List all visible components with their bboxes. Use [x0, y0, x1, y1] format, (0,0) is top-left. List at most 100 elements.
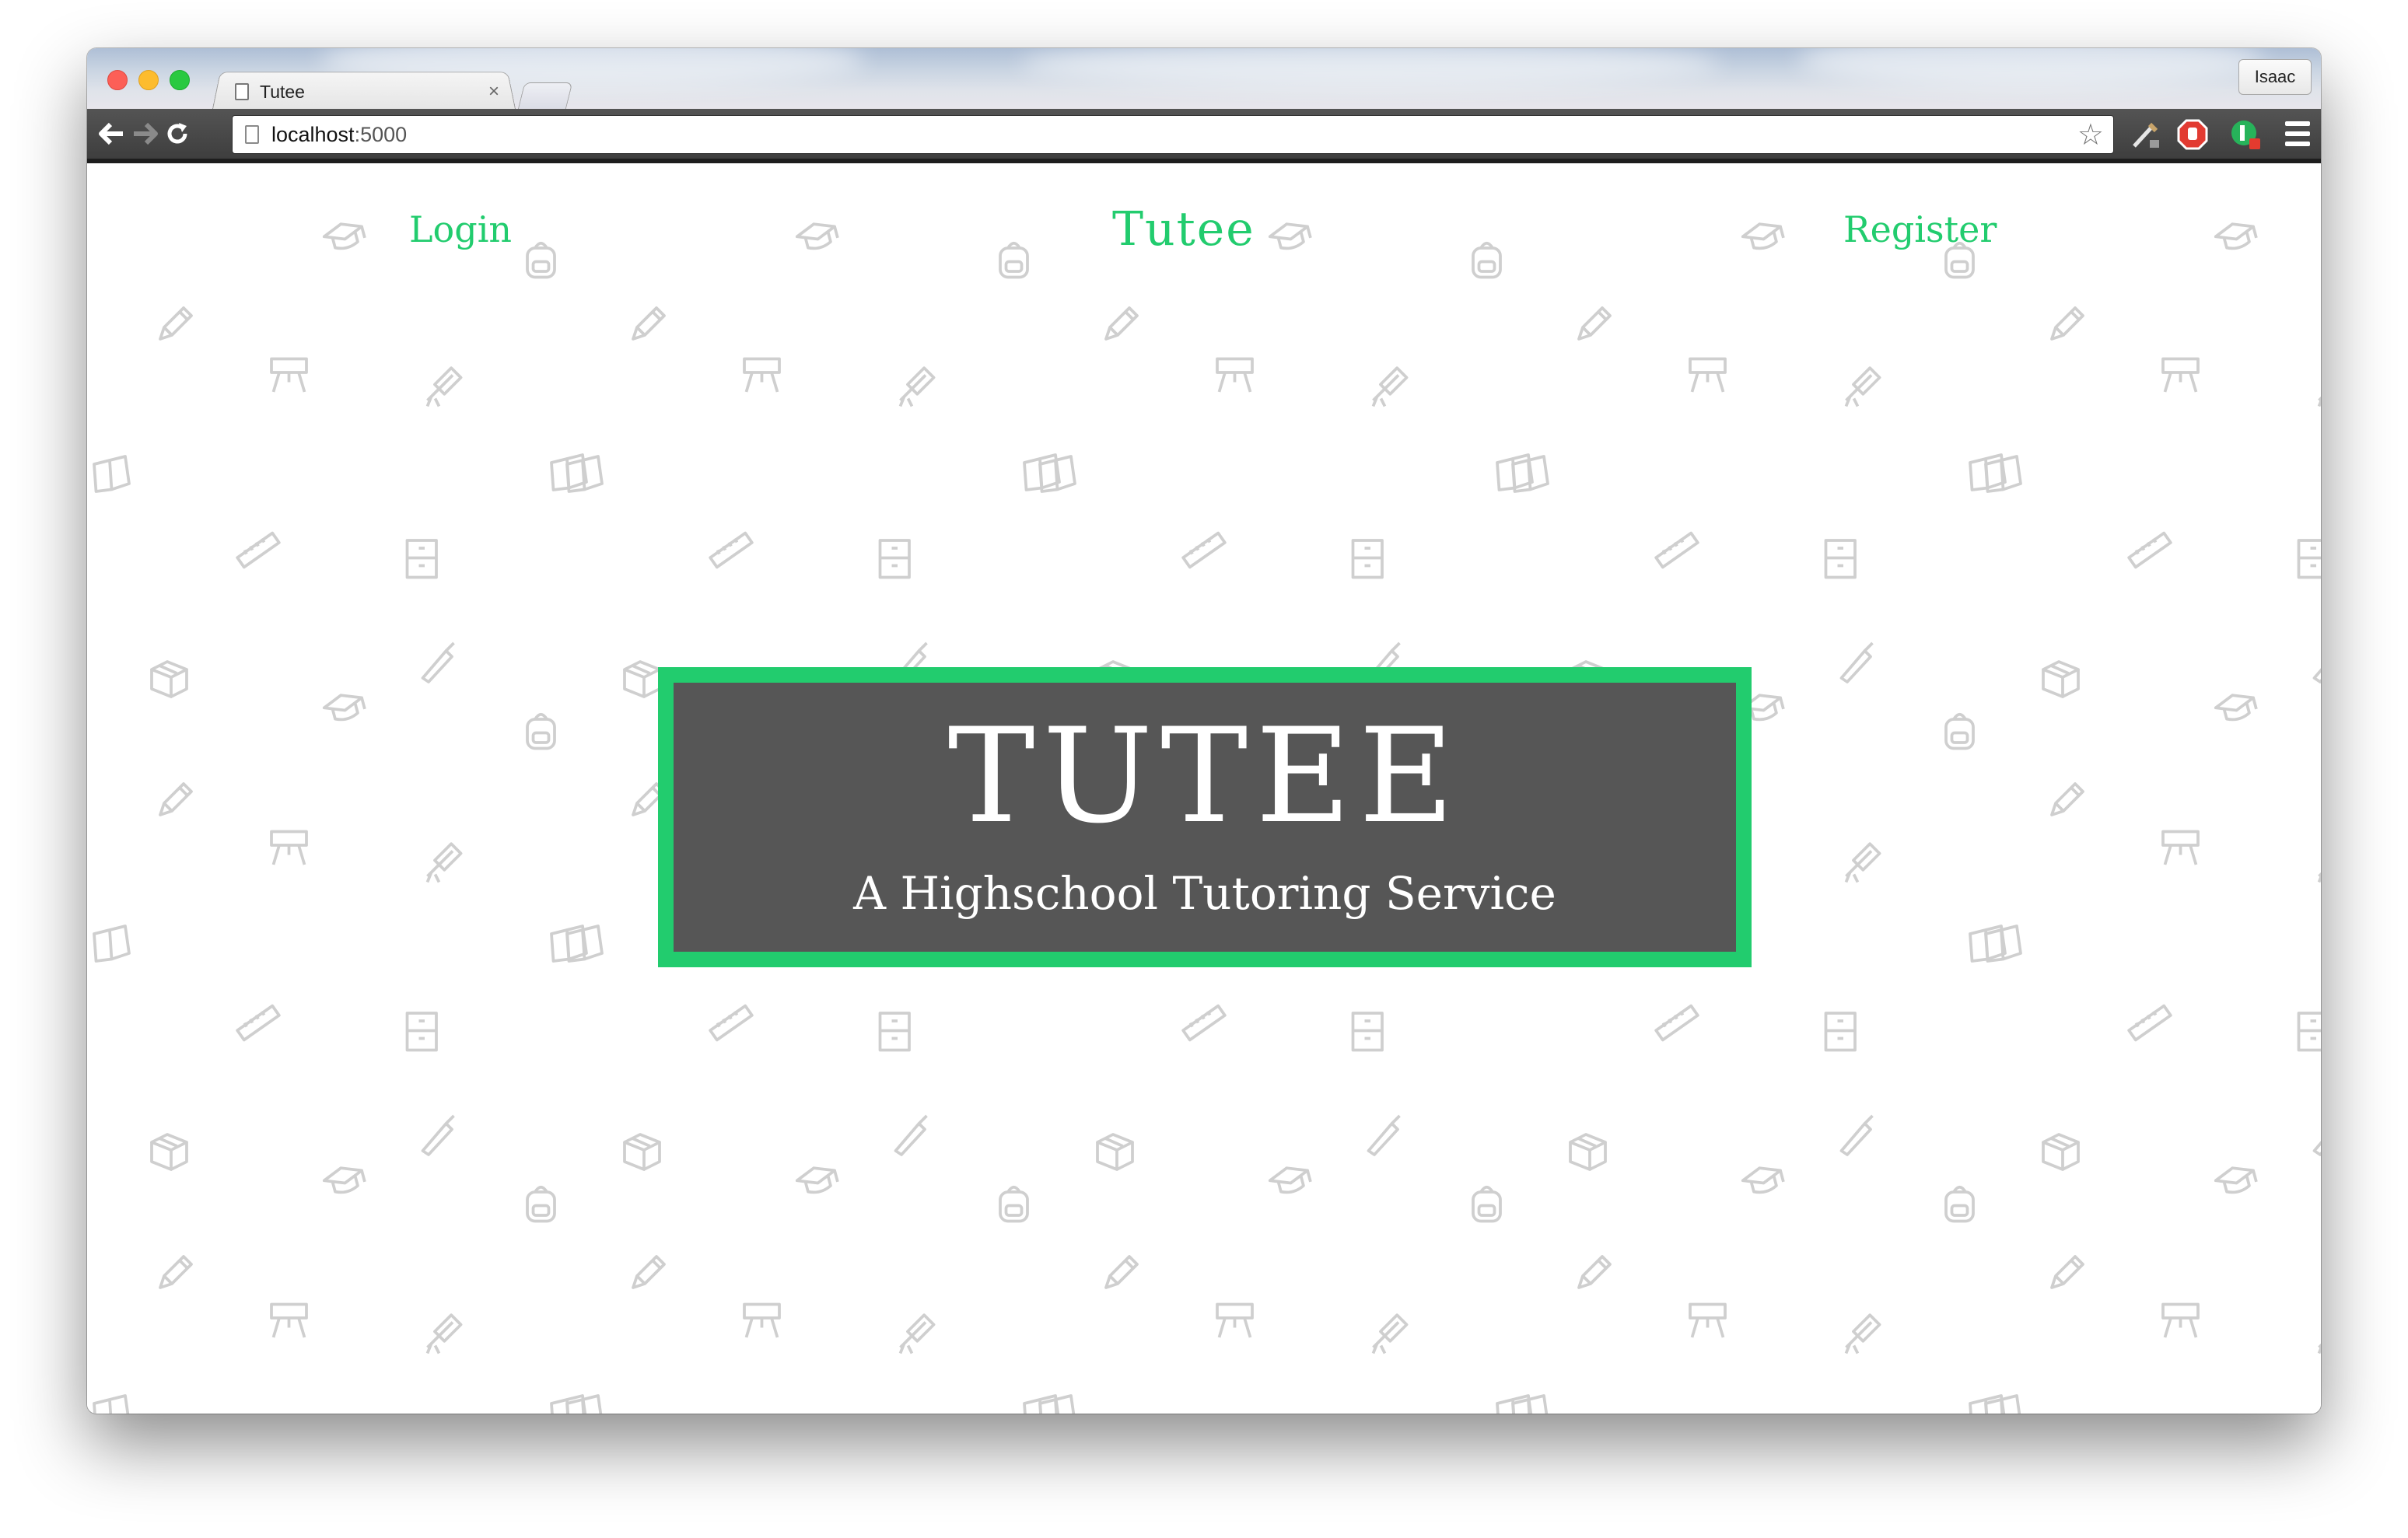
register-link[interactable]: Register [1843, 208, 1997, 250]
reload-button[interactable] [160, 117, 194, 151]
backpack-icon [1944, 712, 1975, 750]
ruler-icon [709, 1004, 754, 1042]
cabinet-icon [2297, 1012, 2321, 1052]
pencil-icon [632, 306, 666, 341]
pencil-icon [2050, 782, 2084, 816]
back-arrow-icon [99, 122, 123, 145]
pen-icon [2312, 668, 2321, 683]
back-button[interactable] [95, 117, 129, 151]
graduation-cap-icon [322, 694, 366, 722]
graduation-cap-icon [795, 1166, 839, 1194]
pen-icon [1367, 1114, 1401, 1156]
graduation-cap-icon [795, 222, 839, 250]
pen-icon [894, 1114, 928, 1156]
tab-close-icon[interactable]: × [488, 81, 499, 103]
browser-toolbar: localhost:5000 ☆ [87, 109, 2321, 163]
book-icon [93, 1394, 130, 1414]
forward-button[interactable] [128, 117, 162, 151]
backpack-icon [1472, 1185, 1502, 1223]
pencil-icon [632, 1255, 666, 1289]
hero-title: TUTEE [947, 700, 1462, 852]
easel-icon [270, 830, 308, 865]
backpack-icon [526, 241, 556, 279]
graduation-cap-icon [1741, 1166, 1785, 1194]
graduation-cap-icon [2214, 1166, 2258, 1194]
browser-tab-content[interactable]: Tutee × [227, 75, 507, 109]
cabinet-icon [1824, 539, 1857, 579]
window-minimize-button[interactable] [138, 70, 159, 90]
sky-cloud [1020, 48, 1720, 87]
box-icon [623, 660, 661, 698]
pencil-icon [1577, 306, 1612, 341]
sky-cloud [1798, 48, 2265, 87]
bookmark-star-icon[interactable]: ☆ [2077, 117, 2104, 152]
box-icon [1096, 1133, 1134, 1171]
easel-icon [1216, 357, 1254, 393]
easel-icon [2161, 1302, 2200, 1338]
reload-icon [167, 123, 187, 144]
window-maximize-button[interactable] [170, 70, 190, 90]
diploma-icon [1844, 1313, 1881, 1354]
hero-banner: TUTEE A Highschool Tutoring Service [658, 667, 1752, 967]
easel-icon [270, 357, 308, 393]
easel-icon [743, 1302, 781, 1338]
box-icon [623, 1133, 661, 1171]
easel-icon [1689, 357, 1727, 393]
cabinet-icon [878, 1012, 911, 1052]
diploma-icon [1844, 842, 1881, 883]
backpack-icon [526, 1185, 556, 1223]
menu-line [2285, 131, 2310, 136]
easel-icon [270, 1302, 308, 1338]
graduation-cap-icon [322, 1166, 366, 1194]
ruler-icon [1181, 531, 1227, 569]
easel-icon [1689, 1302, 1727, 1338]
backpack-icon [999, 241, 1029, 279]
box-icon [2042, 1133, 2080, 1171]
login-link[interactable]: Login [409, 208, 512, 250]
book-icon [93, 925, 131, 963]
pencil-icon [159, 306, 193, 341]
cabinet-icon [1351, 1012, 1384, 1052]
brand-link[interactable]: Tutee [1112, 202, 1255, 257]
menu-line [2285, 121, 2310, 126]
diploma-icon [1371, 366, 1409, 407]
graduation-cap-icon [1741, 222, 1785, 250]
ruler-icon [2127, 1004, 2172, 1042]
graduation-cap-icon [2214, 694, 2258, 722]
green-extension-icon[interactable] [2229, 118, 2262, 151]
address-bar[interactable]: localhost:5000 ☆ [232, 115, 2114, 154]
book-icon [93, 455, 131, 493]
ruler-icon [709, 531, 754, 569]
pen-icon [1839, 641, 1874, 683]
pen-icon [2312, 1141, 2321, 1156]
ruler-icon [1654, 531, 1699, 569]
stop-extension-icon[interactable] [2176, 118, 2209, 151]
window-close-button[interactable] [107, 70, 128, 90]
diploma-icon [2317, 396, 2321, 407]
easel-icon [2161, 357, 2200, 393]
box-icon [1569, 1133, 1607, 1171]
new-tab-button[interactable] [517, 82, 573, 110]
graduation-cap-icon [2214, 222, 2258, 250]
backpack-icon [1944, 1185, 1975, 1223]
diploma-icon [425, 366, 463, 407]
cabinet-icon [405, 1012, 438, 1052]
cabinet-icon [1351, 539, 1384, 579]
hero-subtitle: A Highschool Tutoring Service [853, 867, 1556, 920]
graduation-cap-icon [1268, 1166, 1312, 1194]
profile-button[interactable]: Isaac [2238, 59, 2312, 95]
diploma-icon [2317, 1343, 2321, 1354]
tab-title: Tutee [260, 81, 305, 102]
cabinet-icon [2297, 539, 2321, 579]
graduation-cap-icon [322, 222, 366, 250]
ruler-icon [2127, 531, 2172, 569]
forward-arrow-icon [134, 122, 158, 145]
url-text[interactable]: localhost:5000 [271, 123, 2077, 147]
pencil-icon [2050, 1255, 2084, 1289]
title-bar: Tutee × Isaac [87, 48, 2321, 113]
diploma-icon [425, 1313, 463, 1354]
diploma-icon [1371, 1313, 1409, 1354]
pencil-icon [159, 1255, 193, 1289]
browser-menu-button[interactable] [2285, 121, 2310, 146]
eyedropper-extension-icon[interactable] [2130, 118, 2162, 151]
